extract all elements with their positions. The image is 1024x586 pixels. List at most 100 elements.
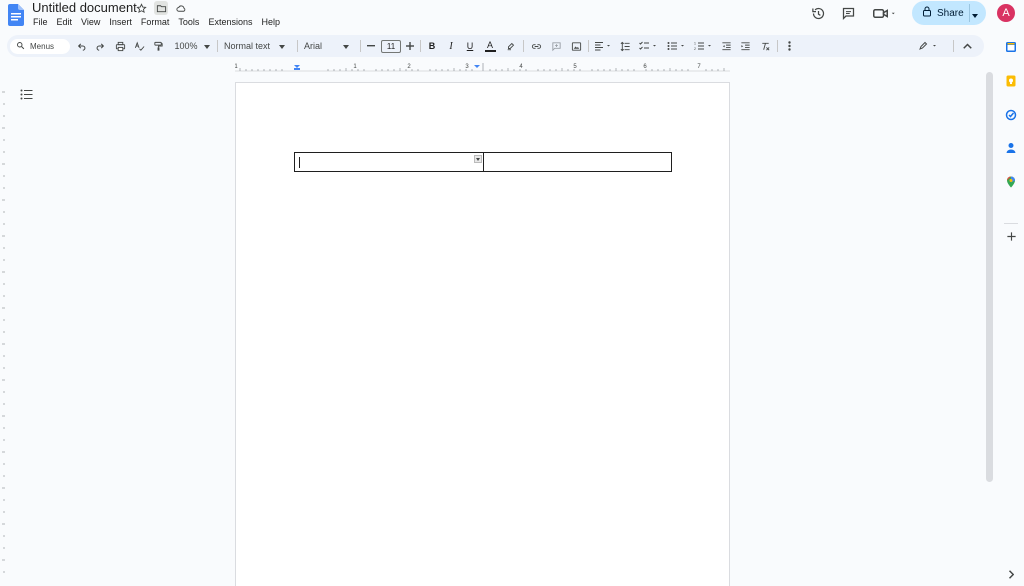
- contacts-icon[interactable]: [1004, 141, 1018, 155]
- font-size-input[interactable]: 11: [380, 38, 402, 54]
- text-cursor: [299, 157, 300, 168]
- indent-marker[interactable]: [294, 65, 300, 68]
- tasks-icon[interactable]: [1004, 108, 1018, 122]
- toolbar-divider: [297, 40, 298, 52]
- font-size-value: 11: [381, 39, 401, 53]
- increase-font-size-button[interactable]: [403, 38, 417, 54]
- scrollbar[interactable]: [986, 72, 993, 482]
- indent-icon[interactable]: [738, 38, 752, 54]
- search-icon: [16, 41, 25, 52]
- add-comment-icon[interactable]: [549, 38, 563, 54]
- spellcheck-icon[interactable]: [132, 38, 146, 54]
- italic-button[interactable]: I: [444, 38, 458, 54]
- numbered-list-icon[interactable]: 12: [693, 38, 715, 54]
- menu-extensions[interactable]: Extensions: [208, 16, 252, 28]
- line-spacing-icon[interactable]: [618, 38, 632, 54]
- calendar-icon[interactable]: [1004, 40, 1018, 54]
- menu-format[interactable]: Format: [141, 16, 170, 28]
- toolbar-divider: [360, 40, 361, 52]
- text-color-label: A: [486, 39, 493, 50]
- menu-tools[interactable]: Tools: [178, 16, 199, 28]
- chevron-right-icon[interactable]: [1004, 567, 1018, 581]
- style-select[interactable]: Normal text: [224, 38, 292, 54]
- table-cell[interactable]: [484, 153, 671, 171]
- menubar: File Edit View Insert Format Tools Exten…: [33, 16, 289, 28]
- outdent-icon[interactable]: [719, 38, 733, 54]
- cell-menu-icon[interactable]: [474, 155, 482, 163]
- edit-mode-icon[interactable]: [916, 38, 942, 54]
- highlight-icon[interactable]: [504, 38, 518, 54]
- ruler-label: 1: [235, 64, 238, 70]
- ruler-label: 4: [519, 64, 523, 70]
- font-select[interactable]: Arial: [304, 38, 356, 54]
- star-icon[interactable]: [134, 1, 148, 15]
- ruler-label: 7: [697, 64, 701, 70]
- more-icon[interactable]: [782, 38, 796, 54]
- lock-icon: [922, 6, 932, 20]
- ruler-label: 3: [465, 64, 469, 70]
- comment-icon[interactable]: [838, 3, 858, 23]
- menus-label: Menus: [30, 42, 55, 51]
- vertical-ruler[interactable]: [0, 80, 6, 586]
- document-title[interactable]: Untitled document: [32, 0, 137, 16]
- print-icon[interactable]: [113, 38, 127, 54]
- column-marker[interactable]: [474, 65, 480, 68]
- chevron-down-icon: [279, 41, 286, 51]
- share-label: Share: [937, 7, 964, 19]
- ruler-label: 5: [573, 64, 577, 70]
- indent-marker-base[interactable]: [294, 68, 300, 70]
- text-color-button[interactable]: A: [483, 38, 497, 54]
- font-value: Arial: [304, 41, 323, 51]
- folder-icon[interactable]: [154, 1, 168, 15]
- history-icon[interactable]: [808, 3, 828, 23]
- docs-logo[interactable]: [8, 4, 24, 26]
- paint-format-icon[interactable]: [151, 38, 165, 54]
- horizontal-ruler[interactable]: 1 1 2 3 4 5 6 7: [235, 62, 730, 72]
- toolbar-divider: [588, 40, 589, 52]
- menu-insert[interactable]: Insert: [109, 16, 132, 28]
- share-divider: [969, 4, 970, 22]
- toolbar-divider: [523, 40, 524, 52]
- menu-help[interactable]: Help: [261, 16, 280, 28]
- menu-view[interactable]: View: [81, 16, 100, 28]
- collapse-icon[interactable]: [960, 38, 974, 54]
- link-icon[interactable]: [529, 38, 543, 54]
- outline-icon[interactable]: [20, 87, 33, 105]
- maps-icon[interactable]: [1004, 175, 1018, 189]
- svg-text:1: 1: [694, 42, 696, 46]
- chevron-down-icon: [203, 41, 210, 51]
- undo-icon[interactable]: [75, 38, 89, 54]
- bullet-list-icon[interactable]: [666, 38, 688, 54]
- ruler-label: 2: [407, 64, 411, 70]
- menu-file[interactable]: File: [33, 16, 48, 28]
- toolbar-divider: [777, 40, 778, 52]
- document-table[interactable]: [294, 152, 672, 172]
- toolbar-divider: [420, 40, 421, 52]
- clear-format-icon[interactable]: [758, 38, 772, 54]
- redo-icon[interactable]: [93, 38, 107, 54]
- ruler-label: 1: [353, 64, 357, 70]
- toolbar-divider: [953, 40, 954, 52]
- chevron-down-icon[interactable]: [972, 10, 978, 21]
- checklist-icon[interactable]: [638, 38, 660, 54]
- add-icon[interactable]: [1004, 229, 1018, 243]
- zoom-select[interactable]: 100%: [172, 38, 212, 54]
- menu-edit[interactable]: Edit: [57, 16, 73, 28]
- zoom-value: 100%: [174, 41, 198, 51]
- meet-icon[interactable]: [870, 3, 900, 23]
- table-cell[interactable]: [295, 153, 484, 171]
- bold-button[interactable]: B: [425, 38, 439, 54]
- decrease-font-size-button[interactable]: [364, 38, 378, 54]
- share-button[interactable]: Share: [912, 1, 986, 25]
- cloud-icon[interactable]: [174, 1, 188, 15]
- avatar[interactable]: A: [997, 4, 1015, 22]
- menus-search[interactable]: Menus: [10, 39, 70, 54]
- toolbar-divider: [217, 40, 218, 52]
- side-panel-divider: [1004, 223, 1018, 224]
- keep-icon[interactable]: [1004, 74, 1018, 88]
- underline-button[interactable]: U: [463, 38, 477, 54]
- image-icon[interactable]: [569, 38, 583, 54]
- ruler-label: 6: [643, 64, 647, 70]
- align-icon[interactable]: [593, 38, 613, 54]
- chevron-down-icon: [343, 41, 350, 51]
